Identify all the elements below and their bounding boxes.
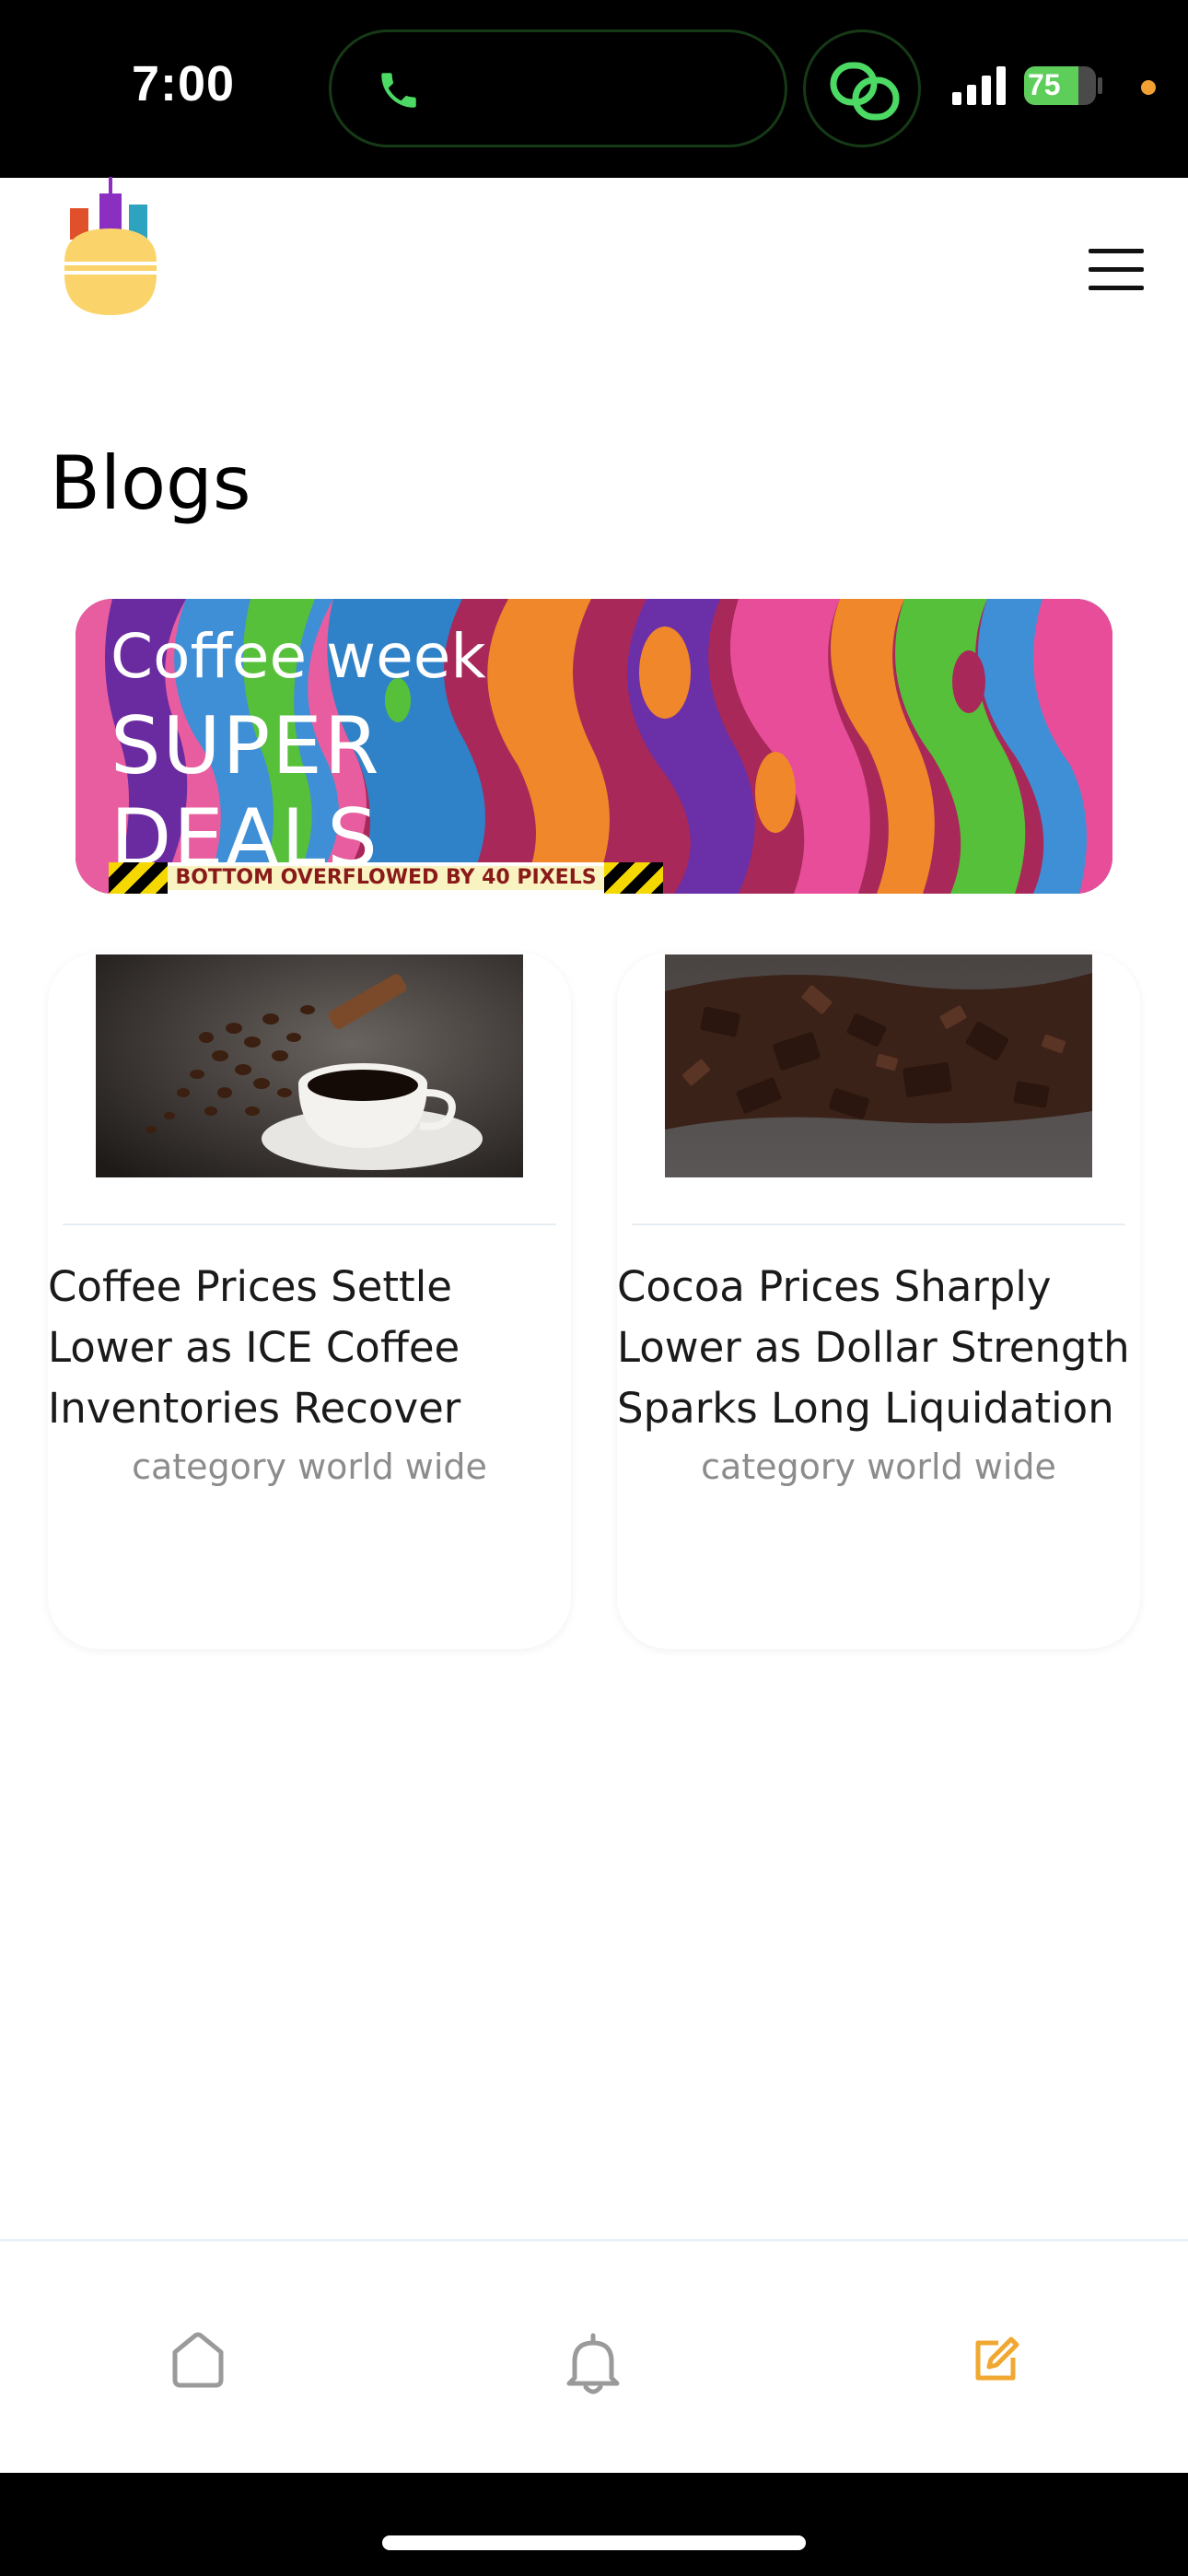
home-icon <box>172 2332 224 2388</box>
nav-notifications-button[interactable] <box>562 2332 624 2400</box>
cellular-signal-icon <box>952 66 1006 105</box>
card-divider <box>63 1224 556 1225</box>
battery-tip <box>1098 77 1102 94</box>
hamburger-menu-icon-bar <box>1089 249 1144 253</box>
coffee-cup-image <box>96 954 523 1177</box>
hamburger-menu-icon-bar <box>1089 286 1144 290</box>
blog-card[interactable]: Coffee Prices Settle Lower as ICE Coffee… <box>48 953 571 1649</box>
battery-percent: 75 <box>1028 68 1061 101</box>
link-rings-icon <box>830 62 900 121</box>
banner-heading: Coffee week <box>111 621 486 692</box>
menu-button[interactable] <box>1077 247 1155 291</box>
blog-card[interactable]: Cocoa Prices Sharply Lower as Dollar Str… <box>617 953 1140 1649</box>
blog-card-category: category world wide <box>132 1446 487 1487</box>
bell-icon <box>566 2333 620 2395</box>
active-call-pill[interactable] <box>329 29 787 147</box>
battery-indicator: 75 <box>1024 66 1096 105</box>
nav-home-button[interactable] <box>169 2332 227 2393</box>
home-indicator-area <box>0 2473 1188 2576</box>
blog-card-title[interactable]: Coffee Prices Settle Lower as ICE Coffee… <box>48 1257 571 1439</box>
chocolate-pieces-image <box>665 954 1092 1177</box>
overflow-warning-strip: BOTTOM OVERFLOWED BY 40 PIXELS <box>109 862 663 894</box>
bottom-navigation-bar <box>0 2239 1188 2473</box>
edit-icon <box>975 2336 1019 2381</box>
blog-card-title[interactable]: Cocoa Prices Sharply Lower as Dollar Str… <box>617 1257 1140 1439</box>
nav-blogs-button[interactable] <box>971 2334 1022 2389</box>
app-logo[interactable] <box>59 177 162 317</box>
status-time: 7:00 <box>132 56 236 111</box>
promo-banner[interactable]: Coffee week SUPER DEALS BOTTOM OVERFLOWE… <box>76 599 1112 894</box>
hamburger-menu-icon-bar <box>1089 267 1144 272</box>
link-activity-pill[interactable] <box>803 29 921 147</box>
blog-card-image <box>96 954 523 1177</box>
home-indicator[interactable] <box>382 2535 806 2550</box>
status-bar: 7:00 75 <box>0 0 1188 178</box>
page-title: Blogs <box>50 440 251 526</box>
warning-stripes <box>109 862 168 894</box>
card-divider <box>632 1224 1125 1225</box>
privacy-indicator-dot <box>1141 80 1156 95</box>
warning-stripes <box>604 862 663 894</box>
blog-card-image <box>665 954 1092 1177</box>
blog-card-category: category world wide <box>701 1446 1056 1487</box>
banner-subheading: SUPER <box>111 700 381 792</box>
phone-icon <box>381 73 416 108</box>
overflow-warning-text: BOTTOM OVERFLOWED BY 40 PIXELS <box>168 866 604 890</box>
